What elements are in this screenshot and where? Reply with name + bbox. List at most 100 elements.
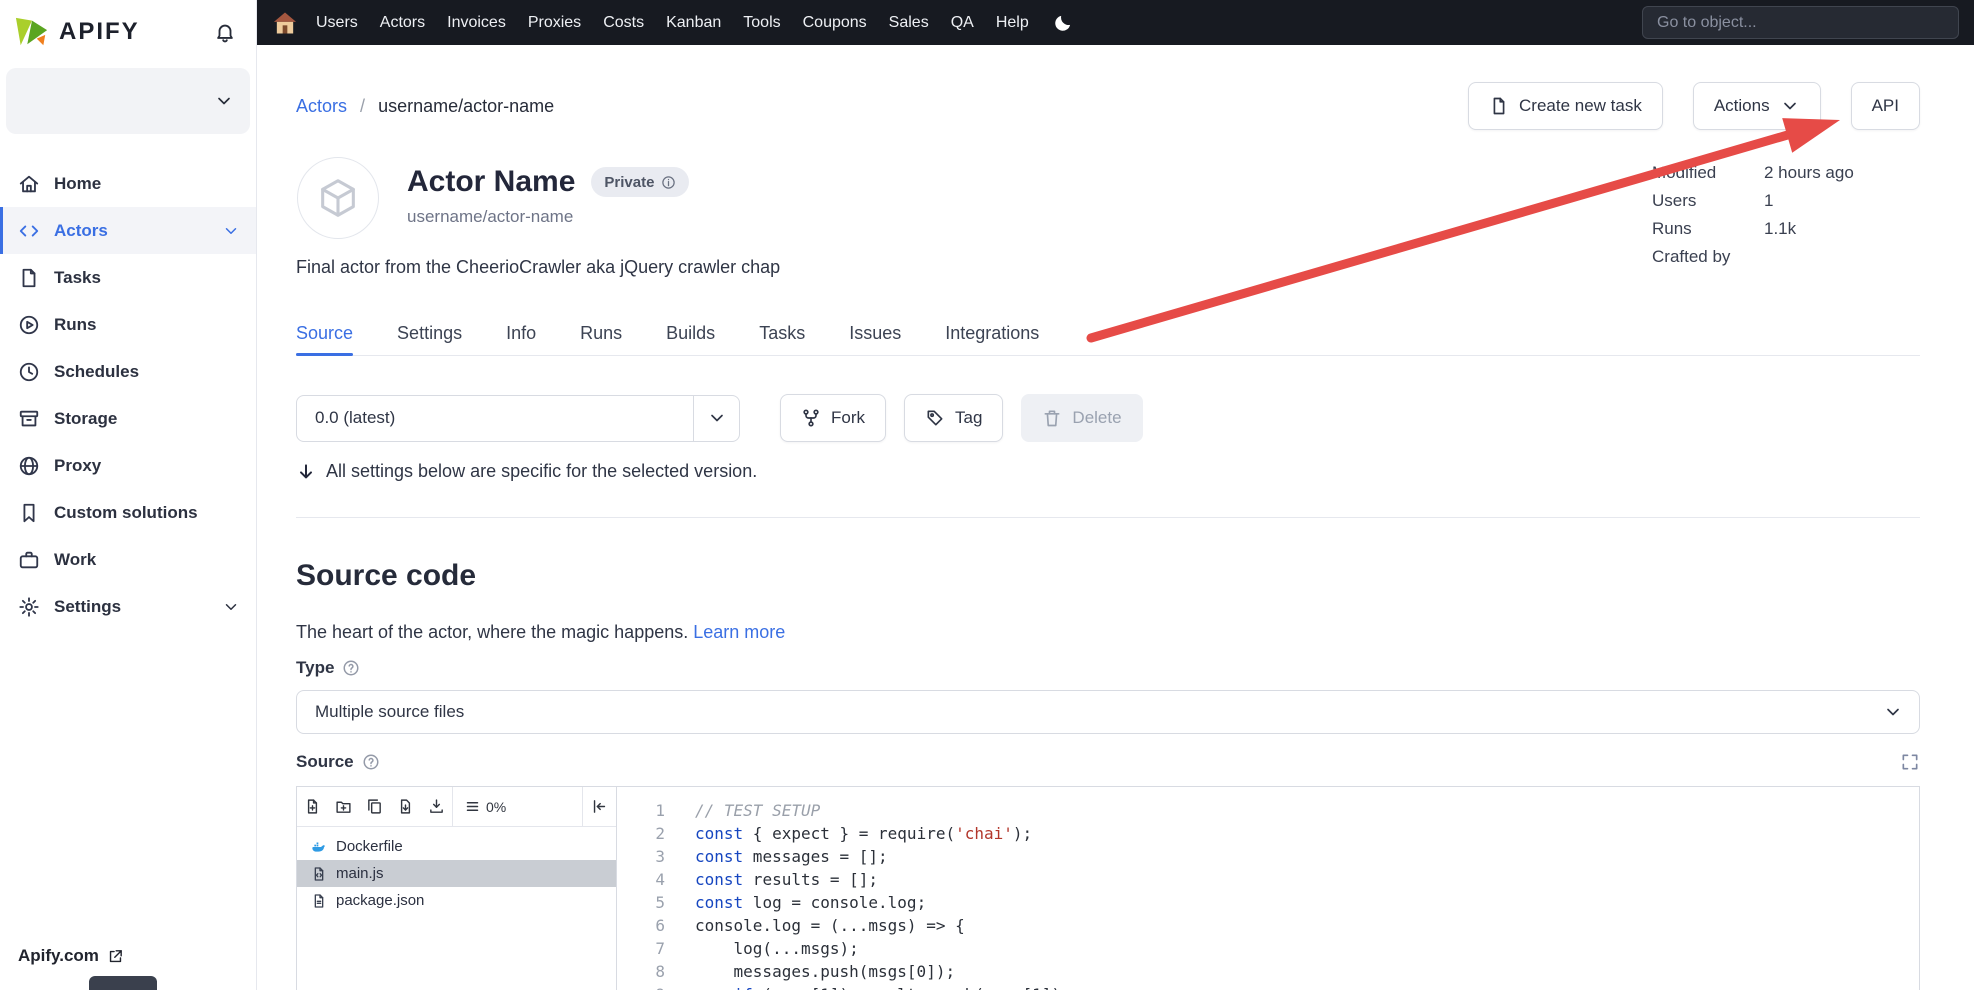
sidebar-item-work[interactable]: Work	[0, 536, 256, 583]
chevron-down-icon	[222, 598, 240, 616]
code-line-7: 7 log(...msgs);	[617, 937, 1919, 960]
topbar-item-users[interactable]: Users	[316, 14, 358, 32]
new-folder-button[interactable]	[328, 787, 359, 826]
partial-bottom-control[interactable]	[89, 976, 157, 990]
apify-logo[interactable]	[13, 15, 51, 49]
version-note-text: All settings below are specific for the …	[326, 461, 757, 482]
source-type-value: Multiple source files	[315, 702, 464, 722]
topbar-item-qa[interactable]: QA	[951, 14, 974, 32]
topbar-item-sales[interactable]: Sales	[889, 14, 929, 32]
breadcrumb-current: username/actor-name	[378, 96, 554, 116]
breadcrumb-actors-link[interactable]: Actors	[296, 96, 347, 116]
file-row-main-js[interactable]: main.js	[297, 860, 616, 887]
line-number: 5	[617, 891, 665, 914]
topbar-item-invoices[interactable]: Invoices	[447, 14, 506, 32]
go-to-object-search-input[interactable]	[1642, 6, 1959, 39]
tab-issues[interactable]: Issues	[849, 311, 901, 355]
delete-button[interactable]: Delete	[1021, 394, 1142, 442]
create-new-task-button[interactable]: Create new task	[1468, 82, 1663, 130]
sidebar-item-actors[interactable]: Actors	[0, 207, 256, 254]
tab-builds[interactable]: Builds	[666, 311, 715, 355]
topbar-item-kanban[interactable]: Kanban	[666, 14, 721, 32]
sidebar-item-home[interactable]: Home	[0, 160, 256, 207]
meta-label-modified: Modified	[1652, 163, 1748, 183]
home-icon	[18, 173, 40, 195]
bookmark-icon	[18, 502, 40, 524]
topbar-item-help[interactable]: Help	[996, 14, 1029, 32]
meta-label-crafted-by: Crafted by	[1652, 247, 1748, 267]
line-number: 1	[617, 799, 665, 822]
line-number: 9	[617, 983, 665, 990]
source-code-subtitle: The heart of the actor, where the magic …	[296, 622, 785, 643]
version-select[interactable]: 0.0 (latest)	[296, 395, 740, 442]
zoom-control[interactable]: 0%	[453, 787, 518, 826]
import-file-button[interactable]	[390, 787, 421, 826]
tab-integrations[interactable]: Integrations	[945, 311, 1039, 355]
home-house-icon[interactable]	[271, 9, 299, 37]
version-actions: Fork Tag Delete	[780, 394, 1143, 442]
code-editor: 0% Dockerfilemain.jspackage.json 1// TES…	[296, 786, 1920, 990]
meta-value-runs: 1.1k	[1764, 219, 1854, 239]
tab-source[interactable]: Source	[296, 311, 353, 355]
tab-tasks[interactable]: Tasks	[759, 311, 805, 355]
code-lines: 1// TEST SETUP2const { expect } = requir…	[617, 799, 1919, 990]
tab-runs[interactable]: Runs	[580, 311, 622, 355]
clock-icon	[18, 361, 40, 383]
delete-label: Delete	[1072, 408, 1121, 428]
sidebar-nav: Home Actors TasksRunsSchedulesStorageProxy…	[0, 144, 256, 630]
actor-tabs: Source Settings Info Runs Builds Tasks Issues I…	[296, 311, 1920, 356]
source-type-select[interactable]: Multiple source files	[296, 690, 1920, 734]
sidebar-item-storage[interactable]: Storage	[0, 395, 256, 442]
download-button[interactable]	[421, 787, 452, 826]
sidebar-item-proxy[interactable]: Proxy	[0, 442, 256, 489]
code-line-6: 6console.log = (...msgs) => {	[617, 914, 1919, 937]
tab-info[interactable]: Info	[506, 311, 536, 355]
zoom-value: 0%	[486, 799, 506, 815]
learn-more-link[interactable]: Learn more	[693, 622, 785, 642]
type-label: Type	[296, 658, 334, 678]
fullscreen-expand-icon[interactable]	[1900, 752, 1920, 772]
tab-settings[interactable]: Settings	[397, 311, 462, 355]
topbar-item-actors[interactable]: Actors	[380, 14, 425, 32]
sidebar-item-settings[interactable]: Settings	[0, 583, 256, 630]
sidebar-item-custom-solutions[interactable]: Custom solutions	[0, 489, 256, 536]
actions-label: Actions	[1714, 96, 1770, 116]
collapse-panel-button[interactable]	[582, 787, 616, 826]
topbar-item-coupons[interactable]: Coupons	[803, 14, 867, 32]
notifications-bell-icon[interactable]	[214, 21, 236, 43]
api-button[interactable]: API	[1851, 82, 1920, 130]
create-new-task-label: Create new task	[1519, 96, 1642, 116]
version-bar: 0.0 (latest) Fork Tag	[296, 394, 1143, 442]
topbar-item-costs[interactable]: Costs	[603, 14, 644, 32]
list-icon	[465, 799, 480, 814]
sidebar-item-schedules[interactable]: Schedules	[0, 348, 256, 395]
actions-button[interactable]: Actions	[1693, 82, 1821, 130]
globe-icon	[18, 455, 40, 477]
api-label: API	[1872, 96, 1899, 116]
help-circle-icon[interactable]	[342, 659, 360, 677]
brand-name: APIFY	[59, 18, 140, 46]
new-file-button[interactable]	[297, 787, 328, 826]
tag-button[interactable]: Tag	[904, 394, 1003, 442]
file-row-package-json[interactable]: package.json	[297, 887, 616, 914]
fork-button[interactable]: Fork	[780, 394, 886, 442]
topbar-item-tools[interactable]: Tools	[743, 14, 780, 32]
topbar-item-proxies[interactable]: Proxies	[528, 14, 581, 32]
info-circle-icon[interactable]	[661, 175, 676, 190]
sidebar-item-tasks[interactable]: Tasks	[0, 254, 256, 301]
private-badge-label: Private	[604, 174, 654, 191]
sidebar-item-label: Home	[54, 174, 101, 194]
sidebar-item-label: Actors	[54, 221, 108, 241]
sidebar-item-runs[interactable]: Runs	[0, 301, 256, 348]
dark-mode-moon-icon[interactable]	[1053, 13, 1073, 33]
account-switcher[interactable]	[6, 68, 250, 134]
code-area[interactable]: 1// TEST SETUP2const { expect } = requir…	[617, 787, 1919, 990]
file-row-dockerfile[interactable]: Dockerfile	[297, 833, 616, 860]
apify-com-label: Apify.com	[18, 946, 99, 966]
apify-com-link[interactable]: Apify.com	[18, 946, 124, 966]
fork-label: Fork	[831, 408, 865, 428]
doc-icon	[18, 267, 40, 289]
help-circle-icon[interactable]	[362, 753, 380, 771]
line-number: 4	[617, 868, 665, 891]
duplicate-file-button[interactable]	[359, 787, 390, 826]
